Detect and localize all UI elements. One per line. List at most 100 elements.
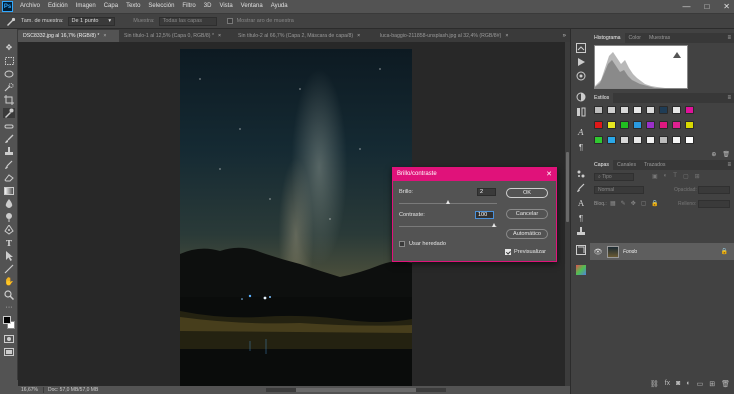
filter-shape-icon[interactable]: ▢ (683, 173, 689, 180)
style-swatch[interactable] (607, 106, 616, 114)
fill-input[interactable] (698, 200, 730, 208)
close-tab-icon[interactable]: × (505, 30, 508, 42)
adjustments-panel-icon[interactable] (575, 92, 587, 102)
tab-dsc8332[interactable]: DSC8332.jpg al 16,7% (RGB/8) * × (18, 30, 119, 42)
close-tab-icon[interactable]: × (103, 30, 106, 42)
style-swatch[interactable] (607, 136, 616, 144)
legacy-checkbox[interactable] (399, 241, 405, 247)
filter-adjust-icon[interactable]: ◐ (664, 173, 668, 180)
menu-seleccion[interactable]: Selección (144, 0, 178, 13)
style-swatch[interactable] (620, 121, 629, 129)
maximize-button[interactable]: □ (704, 2, 709, 11)
paragraph-panel-icon[interactable]: ¶ (575, 142, 587, 152)
character-panel-icon[interactable]: A (575, 127, 587, 137)
eyedropper-tool-icon[interactable] (3, 108, 15, 118)
hand-tool-icon[interactable]: ✋ (3, 277, 15, 287)
style-swatch[interactable] (594, 136, 603, 144)
preview-checkbox[interactable] (505, 249, 511, 255)
opacity-input[interactable] (698, 186, 730, 194)
show-ring-checkbox[interactable] (226, 18, 233, 24)
gradient-tool-icon[interactable] (3, 186, 15, 196)
zoom-level[interactable]: 16,67% (18, 387, 44, 393)
style-swatch[interactable] (633, 106, 642, 114)
menu-imagen[interactable]: Imagen (72, 0, 100, 13)
style-swatch[interactable] (620, 106, 629, 114)
crop-tool-icon[interactable] (3, 95, 15, 105)
filter-pixel-icon[interactable]: ▣ (652, 173, 658, 180)
style-swatch[interactable] (646, 106, 655, 114)
menu-texto[interactable]: Texto (122, 0, 144, 13)
paragraph-styles-icon[interactable]: ¶ (575, 213, 587, 223)
type-tool-icon[interactable]: T (3, 238, 15, 248)
menu-archivo[interactable]: Archivo (16, 0, 44, 13)
layer-style-icon[interactable]: fx (665, 380, 670, 387)
color-lookup-icon[interactable] (575, 265, 587, 275)
tabs-overflow-icon[interactable]: » (563, 30, 570, 42)
style-swatch[interactable] (672, 136, 681, 144)
menu-ventana[interactable]: Ventana (237, 0, 267, 13)
new-group-icon[interactable]: ▭ (697, 380, 704, 388)
layer-row-fondo[interactable]: 👁 Fondo 🔒 (590, 243, 734, 260)
new-style-icon[interactable]: ⊕ (711, 151, 716, 159)
menu-edicion[interactable]: Edición (44, 0, 72, 13)
tab-canales[interactable]: Canales (613, 160, 640, 170)
menu-vista[interactable]: Vista (215, 0, 236, 13)
style-swatch[interactable] (607, 121, 616, 129)
close-tab-icon[interactable]: × (357, 30, 360, 42)
link-layers-icon[interactable]: ⛓ (650, 380, 659, 388)
style-swatch[interactable] (672, 121, 681, 129)
tab-color[interactable]: Color (625, 33, 645, 43)
contrast-slider-thumb[interactable] (492, 223, 496, 227)
contrast-input[interactable]: 100 (475, 211, 494, 219)
close-tab-icon[interactable]: × (218, 30, 221, 42)
lock-all-icon[interactable]: 🔒 (651, 200, 658, 207)
lock-position-icon[interactable]: ✥ (631, 200, 636, 207)
libraries-panel-icon[interactable] (575, 107, 587, 117)
horizontal-scrollbar[interactable] (266, 388, 446, 392)
lock-image-icon[interactable]: ✎ (621, 200, 626, 207)
actions-panel-icon[interactable] (575, 57, 587, 67)
doc-size[interactable]: Doc: 57,0 MB/57,0 MB (44, 387, 98, 393)
cancel-button[interactable]: Cancelar (506, 209, 548, 219)
add-mask-icon[interactable]: ◙ (676, 380, 680, 387)
dialog-title-bar[interactable]: Brillo/contraste ✕ (393, 168, 556, 181)
tab-trazados[interactable]: Trazados (640, 160, 669, 170)
lock-transparent-icon[interactable]: ▦ (610, 200, 616, 207)
style-swatch[interactable] (620, 136, 629, 144)
style-swatch[interactable] (659, 136, 668, 144)
line-tool-icon[interactable] (3, 264, 15, 274)
contrast-slider[interactable] (399, 226, 497, 227)
clone-source-icon[interactable] (575, 227, 587, 237)
brush-tool-icon[interactable] (3, 134, 15, 144)
minimize-button[interactable]: — (682, 2, 690, 11)
style-swatch[interactable] (633, 136, 642, 144)
tab-histograma[interactable]: Histograma (590, 33, 625, 43)
panel-menu-icon[interactable]: ≡ (727, 160, 731, 170)
history-brush-tool-icon[interactable] (3, 160, 15, 170)
eyedropper-preset-icon[interactable] (4, 16, 17, 27)
eraser-tool-icon[interactable] (3, 173, 15, 183)
ok-button[interactable]: OK (506, 188, 548, 198)
style-swatch[interactable] (685, 136, 694, 144)
more-tools-icon[interactable]: ··· (3, 303, 15, 313)
filter-smart-icon[interactable]: ⊞ (695, 173, 700, 180)
layer-kind-filter[interactable]: ⌕ Tipo (594, 173, 634, 181)
lasso-tool-icon[interactable] (3, 69, 15, 79)
style-swatch[interactable] (685, 106, 694, 114)
menu-capa[interactable]: Capa (100, 0, 122, 13)
close-icon[interactable]: ✕ (546, 168, 552, 181)
properties-panel-icon[interactable] (575, 71, 587, 81)
quick-mask-icon[interactable] (3, 334, 15, 344)
quick-selection-tool-icon[interactable] (3, 82, 15, 92)
style-swatch[interactable] (672, 106, 681, 114)
path-selection-tool-icon[interactable] (3, 251, 15, 261)
style-swatch[interactable] (594, 121, 603, 129)
style-swatch[interactable] (594, 106, 603, 114)
new-adjustment-icon[interactable]: ◐ (686, 380, 690, 387)
style-swatch[interactable] (646, 121, 655, 129)
brushes-panel-icon[interactable] (575, 183, 587, 193)
style-swatch[interactable] (659, 106, 668, 114)
panel-menu-icon[interactable]: ≡ (727, 93, 731, 103)
brightness-slider-thumb[interactable] (446, 200, 450, 204)
dodge-tool-icon[interactable] (3, 212, 15, 222)
